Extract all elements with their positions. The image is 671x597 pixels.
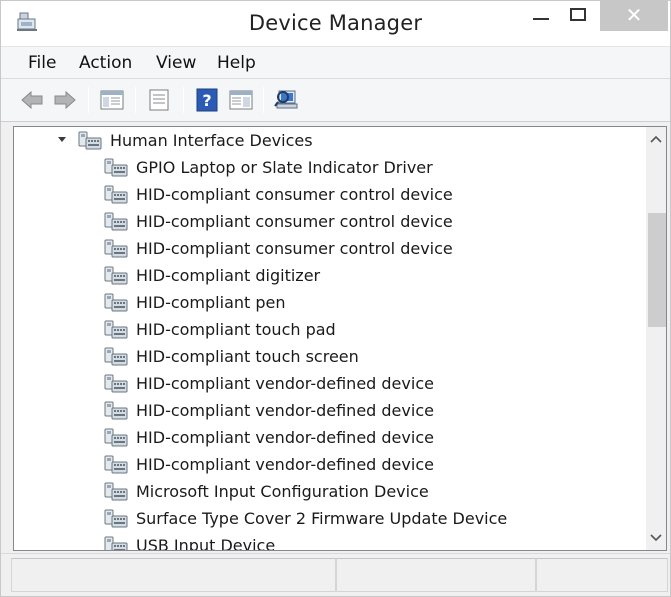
scroll-down-arrow-icon[interactable] <box>646 528 666 546</box>
menu-action[interactable]: Action <box>79 53 132 73</box>
tree-device-item[interactable]: HID-compliant touch pad <box>104 316 336 343</box>
collapse-expander-icon[interactable] <box>58 136 68 146</box>
action-pane-icon[interactable] <box>228 88 254 112</box>
status-cell <box>11 558 336 592</box>
status-cell <box>336 558 536 592</box>
menu-file[interactable]: File <box>28 53 56 73</box>
tree-device-label: HID-compliant touch pad <box>136 320 336 339</box>
hid-device-icon <box>104 428 128 446</box>
hid-device-icon <box>104 293 128 311</box>
tree-device-item[interactable]: HID-compliant consumer control device <box>104 208 453 235</box>
tree-device-item[interactable]: Microsoft Input Configuration Device <box>104 478 429 505</box>
toolbar: ? <box>1 78 670 122</box>
scan-hardware-changes-icon[interactable] <box>274 88 300 112</box>
hid-device-icon <box>104 266 128 284</box>
tree-device-item[interactable]: HID-compliant vendor-defined device <box>104 451 434 478</box>
forward-arrow-icon[interactable] <box>52 88 78 112</box>
device-tree[interactable]: Human Interface Devices GPIO Laptop or S… <box>13 126 667 551</box>
title-bar[interactable]: Device Manager ✕ <box>1 1 670 46</box>
minimize-icon <box>533 18 549 20</box>
hid-device-icon <box>104 212 128 230</box>
tree-device-label: HID-compliant consumer control device <box>136 212 453 231</box>
vertical-scrollbar[interactable] <box>646 127 666 550</box>
toolbar-separator <box>135 87 136 113</box>
tree-device-item[interactable]: HID-compliant vendor-defined device <box>104 397 434 424</box>
device-manager-window: Device Manager ✕ File Action View Help ?… <box>0 0 671 597</box>
hid-device-icon <box>104 320 128 338</box>
status-cell <box>536 558 668 592</box>
hid-device-icon <box>104 509 128 527</box>
tree-device-label: HID-compliant consumer control device <box>136 185 453 204</box>
tree-device-item[interactable]: HID-compliant vendor-defined device <box>104 424 434 451</box>
tree-device-item[interactable]: HID-compliant pen <box>104 289 286 316</box>
hid-device-icon <box>104 374 128 392</box>
tree-device-label: HID-compliant vendor-defined device <box>136 374 434 393</box>
hid-device-icon <box>104 347 128 365</box>
tree-device-item[interactable]: HID-compliant consumer control device <box>104 235 453 262</box>
tree-device-label: HID-compliant vendor-defined device <box>136 455 434 474</box>
tree-device-label: GPIO Laptop or Slate Indicator Driver <box>136 158 433 177</box>
svg-text:?: ? <box>202 91 211 110</box>
scrollbar-thumb[interactable] <box>648 213 666 327</box>
tree-device-label: Microsoft Input Configuration Device <box>136 482 429 501</box>
hid-category-icon <box>78 131 102 149</box>
hid-device-icon <box>104 482 128 500</box>
show-hide-console-tree-icon[interactable] <box>99 88 125 112</box>
maximize-icon <box>570 8 586 21</box>
tree-device-label: Surface Type Cover 2 Firmware Update Dev… <box>136 509 508 528</box>
menu-help[interactable]: Help <box>217 53 256 73</box>
tree-device-label: HID-compliant touch screen <box>136 347 359 366</box>
menu-view[interactable]: View <box>156 53 196 73</box>
status-bar <box>1 553 670 596</box>
back-arrow-icon[interactable] <box>19 88 45 112</box>
hid-device-icon <box>104 239 128 257</box>
toolbar-separator <box>263 87 264 113</box>
hid-device-icon <box>104 158 128 176</box>
hid-device-icon <box>104 455 128 473</box>
maximize-button[interactable] <box>557 1 603 31</box>
tree-device-label: HID-compliant vendor-defined device <box>136 428 434 447</box>
close-button[interactable]: ✕ <box>600 1 668 31</box>
close-icon: ✕ <box>625 3 643 27</box>
tree-category-human-interface-devices[interactable]: Human Interface Devices <box>58 127 313 154</box>
help-icon[interactable]: ? <box>194 88 220 112</box>
hid-device-icon <box>104 185 128 203</box>
tree-device-label: HID-compliant consumer control device <box>136 239 453 258</box>
tree-device-label: HID-compliant vendor-defined device <box>136 401 434 420</box>
hid-device-icon <box>104 401 128 419</box>
menu-bar: File Action View Help <box>1 46 670 78</box>
toolbar-separator <box>88 87 89 113</box>
tree-device-item[interactable]: HID-compliant digitizer <box>104 262 320 289</box>
hid-device-icon <box>104 536 128 550</box>
tree-device-item[interactable]: USB Input Device <box>104 532 276 551</box>
tree-device-label: USB Input Device <box>136 536 276 551</box>
properties-icon[interactable] <box>146 88 172 112</box>
tree-device-item[interactable]: Surface Type Cover 2 Firmware Update Dev… <box>104 505 507 532</box>
tree-device-item[interactable]: HID-compliant vendor-defined device <box>104 370 434 397</box>
tree-device-item[interactable]: HID-compliant touch screen <box>104 343 359 370</box>
tree-category-label: Human Interface Devices <box>110 131 313 150</box>
tree-device-label: HID-compliant pen <box>136 293 286 312</box>
toolbar-separator <box>183 87 184 113</box>
tree-device-label: HID-compliant digitizer <box>136 266 321 285</box>
tree-device-item[interactable]: HID-compliant consumer control device <box>104 181 453 208</box>
scroll-up-arrow-icon[interactable] <box>646 131 666 149</box>
tree-device-item[interactable]: GPIO Laptop or Slate Indicator Driver <box>104 154 433 181</box>
